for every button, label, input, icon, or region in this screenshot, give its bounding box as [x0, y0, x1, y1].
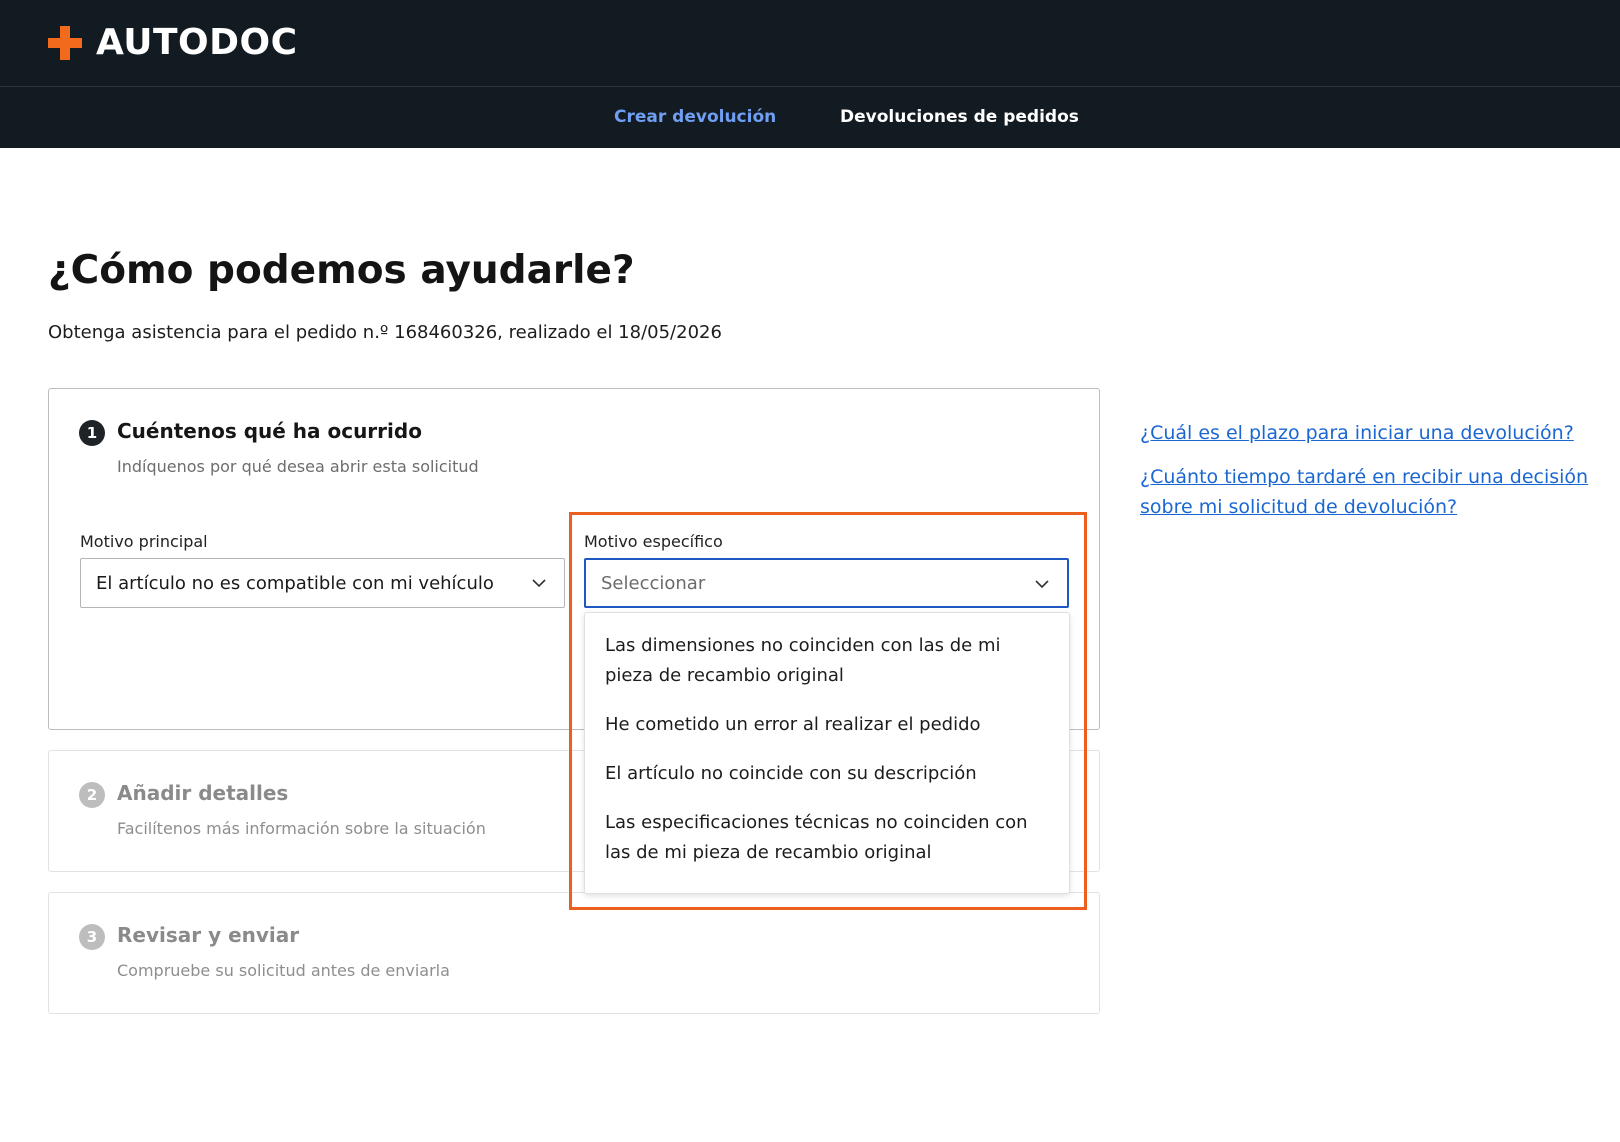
step-description: Compruebe su solicitud antes de enviarla — [117, 961, 450, 980]
specific-reason-placeholder: Seleccionar — [601, 572, 706, 594]
chevron-down-icon — [532, 579, 546, 588]
page-title: ¿Cómo podemos ayudarle? — [48, 248, 635, 293]
main-reason-select[interactable]: El artículo no es compatible con mi vehí… — [80, 558, 565, 608]
step-description: Indíquenos por qué desea abrir esta soli… — [117, 457, 479, 476]
faq-link-tiempo-decision[interactable]: ¿Cuánto tiempo tardaré en recibir una de… — [1140, 462, 1600, 522]
specific-reason-label: Motivo específico — [584, 532, 723, 551]
step-title: Cuéntenos qué ha ocurrido — [117, 419, 422, 443]
tab-crear-devolucion[interactable]: Crear devolución — [614, 107, 776, 127]
chevron-down-icon — [1035, 580, 1049, 589]
dropdown-option[interactable]: Las especificaciones técnicas no coincid… — [585, 808, 1069, 868]
specific-reason-dropdown: Las dimensiones no coinciden con las de … — [584, 612, 1070, 894]
autodoc-logo[interactable]: AUTODOC — [48, 22, 298, 63]
faq-link-plazo[interactable]: ¿Cuál es el plazo para iniciar una devol… — [1140, 418, 1600, 448]
tab-devoluciones-de-pedidos[interactable]: Devoluciones de pedidos — [840, 107, 1079, 127]
step-number-badge: 2 — [79, 782, 105, 808]
main-reason-value: El artículo no es compatible con mi vehí… — [96, 572, 494, 594]
order-info: Obtenga asistencia para el pedido n.º 16… — [48, 322, 722, 343]
main-reason-label: Motivo principal — [80, 532, 208, 551]
dropdown-option[interactable]: He cometido un error al realizar el pedi… — [585, 710, 1069, 740]
step-number-badge: 3 — [79, 924, 105, 950]
dropdown-option[interactable]: El artículo no coincide con su descripci… — [585, 759, 1069, 789]
step-description: Facilítenos más información sobre la sit… — [117, 819, 486, 838]
step-title: Revisar y enviar — [117, 923, 300, 947]
nav-bar: Crear devolución Devoluciones de pedidos — [0, 87, 1620, 148]
top-header: AUTODOC — [0, 0, 1620, 87]
brand-name: AUTODOC — [96, 22, 298, 63]
step-number-badge: 1 — [79, 420, 105, 446]
plus-logo-icon — [48, 25, 82, 60]
dropdown-option[interactable]: Las dimensiones no coinciden con las de … — [585, 631, 1069, 691]
step-title: Añadir detalles — [117, 781, 289, 805]
specific-reason-select[interactable]: Seleccionar — [584, 558, 1069, 608]
step-card-3: 3 Revisar y enviar Compruebe su solicitu… — [48, 892, 1100, 1014]
